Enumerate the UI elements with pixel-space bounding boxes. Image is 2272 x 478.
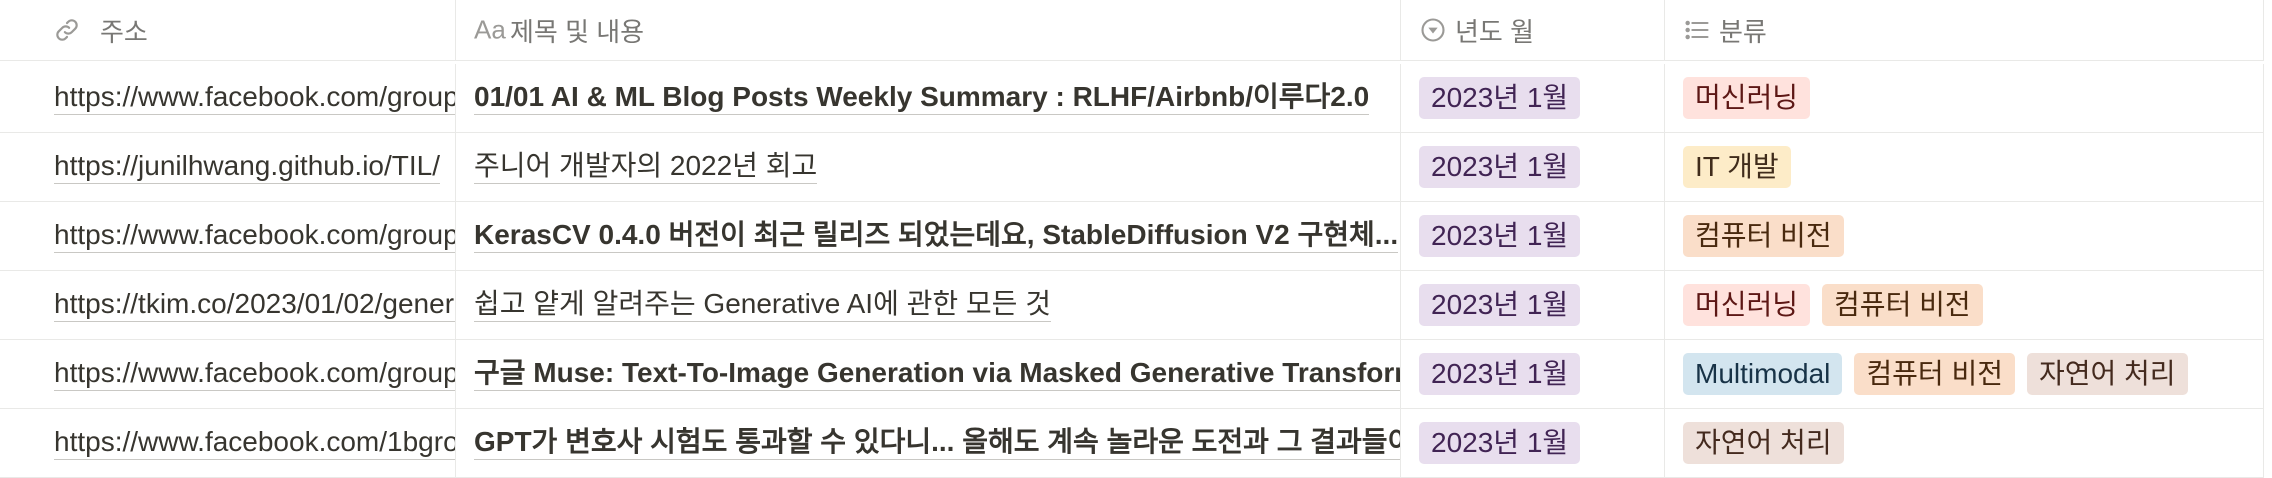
address-link[interactable]: https://tkim.co/2023/01/02/generative: [54, 288, 455, 322]
category-tag: 머신러닝: [1683, 284, 1811, 326]
title-cell[interactable]: 구글 Muse: Text-To-Image Generation via Ma…: [456, 340, 1401, 408]
category-cell[interactable]: IT 개발: [1665, 133, 2264, 201]
title-cell[interactable]: 쉽고 얕게 알려주는 Generative AI에 관한 모든 것: [456, 271, 1401, 339]
database-table: 주소 Aa 제목 및 내용 년도 월 분류 https://www.facebo…: [0, 0, 2272, 478]
title-link[interactable]: KerasCV 0.4.0 버전이 최근 릴리즈 되었는데요, StableDi…: [474, 219, 1399, 253]
category-cell[interactable]: 머신러닝 컴퓨터 비전: [1665, 271, 2264, 339]
category-tag: 컴퓨터 비전: [1822, 284, 1983, 326]
month-tag: 2023년 1월: [1419, 353, 1581, 395]
month-cell[interactable]: 2023년 1월: [1401, 409, 1665, 477]
month-cell[interactable]: 2023년 1월: [1401, 202, 1665, 270]
title-link[interactable]: 01/01 AI & ML Blog Posts Weekly Summary …: [474, 81, 1370, 115]
address-cell[interactable]: https://www.facebook.com/groups/: [0, 340, 456, 408]
table-row[interactable]: https://junilhwang.github.io/TIL/주니어 개발자…: [0, 133, 2264, 202]
title-cell[interactable]: KerasCV 0.4.0 버전이 최근 릴리즈 되었는데요, StableDi…: [456, 202, 1401, 270]
select-icon: [1419, 16, 1447, 44]
address-cell[interactable]: https://www.facebook.com/1bgroup: [0, 409, 456, 477]
category-cell[interactable]: 자연어 처리: [1665, 409, 2264, 477]
month-cell[interactable]: 2023년 1월: [1401, 64, 1665, 132]
category-tag: 컴퓨터 비전: [1854, 353, 2015, 395]
month-cell[interactable]: 2023년 1월: [1401, 271, 1665, 339]
column-header-label: 주소: [100, 16, 148, 47]
month-tag: 2023년 1월: [1419, 77, 1581, 119]
address-link[interactable]: https://www.facebook.com/groups/: [54, 357, 455, 391]
month-tag: 2023년 1월: [1419, 215, 1581, 257]
title-link[interactable]: 구글 Muse: Text-To-Image Generation via Ma…: [474, 357, 1400, 391]
title-link[interactable]: 쉽고 얕게 알려주는 Generative AI에 관한 모든 것: [474, 288, 1051, 322]
title-cell[interactable]: 01/01 AI & ML Blog Posts Weekly Summary …: [456, 64, 1401, 132]
title-link[interactable]: GPT가 변호사 시험도 통과할 수 있다니... 올해도 계속 놀라운 도전과…: [474, 426, 1400, 460]
column-header-address[interactable]: 주소: [0, 0, 456, 60]
column-header-category[interactable]: 분류: [1665, 0, 2264, 60]
category-cell[interactable]: 머신러닝: [1665, 64, 2264, 132]
category-tag: IT 개발: [1683, 146, 1791, 188]
category-cell[interactable]: Multimodal 컴퓨터 비전 자연어 처리: [1665, 340, 2264, 408]
category-tag: 자연어 처리: [2026, 353, 2188, 395]
address-cell[interactable]: https://junilhwang.github.io/TIL/: [0, 133, 456, 201]
table-header: 주소 Aa 제목 및 내용 년도 월 분류: [0, 0, 2264, 61]
table-row[interactable]: https://www.facebook.com/1bgroup GPT가 변호사…: [0, 409, 2264, 478]
multi-select-icon: [1683, 16, 1711, 44]
title-cell[interactable]: GPT가 변호사 시험도 통과할 수 있다니... 올해도 계속 놀라운 도전과…: [456, 409, 1401, 477]
month-tag: 2023년 1월: [1419, 422, 1581, 464]
text-type-icon: Aa: [474, 14, 506, 45]
address-link[interactable]: https://www.facebook.com/groups/: [54, 81, 455, 115]
address-cell[interactable]: https://www.facebook.com/groups/: [0, 202, 456, 270]
category-cell[interactable]: 컴퓨터 비전: [1665, 202, 2264, 270]
table-body: https://www.facebook.com/groups/01/01 AI…: [0, 64, 2264, 478]
address-link[interactable]: https://www.facebook.com/1bgroup: [54, 426, 455, 460]
column-header-label: 년도 월: [1455, 16, 1534, 47]
column-header-title[interactable]: Aa 제목 및 내용: [456, 0, 1401, 60]
address-cell[interactable]: https://www.facebook.com/groups/: [0, 64, 456, 132]
column-header-month[interactable]: 년도 월: [1401, 0, 1665, 60]
address-cell[interactable]: https://tkim.co/2023/01/02/generative: [0, 271, 456, 339]
table-row[interactable]: https://tkim.co/2023/01/02/generative 쉽고 …: [0, 271, 2264, 340]
category-tag: 머신러닝: [1683, 77, 1811, 119]
address-link[interactable]: https://www.facebook.com/groups/: [54, 219, 455, 253]
title-link[interactable]: 주니어 개발자의 2022년 회고: [474, 150, 818, 184]
category-tag: 컴퓨터 비전: [1683, 215, 1844, 257]
address-link[interactable]: https://junilhwang.github.io/TIL/: [54, 150, 441, 184]
category-tag: 자연어 처리: [1683, 422, 1844, 464]
month-cell[interactable]: 2023년 1월: [1401, 340, 1665, 408]
column-header-label: 제목 및 내용: [510, 16, 645, 47]
category-tag: Multimodal: [1683, 353, 1843, 395]
table-row[interactable]: https://www.facebook.com/groups/구글 Muse:…: [0, 340, 2264, 409]
link-icon: [54, 17, 80, 43]
column-header-label: 분류: [1719, 16, 1767, 47]
table-row[interactable]: https://www.facebook.com/groups/KerasCV …: [0, 202, 2264, 271]
month-cell[interactable]: 2023년 1월: [1401, 133, 1665, 201]
month-tag: 2023년 1월: [1419, 146, 1581, 188]
table-row[interactable]: https://www.facebook.com/groups/01/01 AI…: [0, 64, 2264, 133]
title-cell[interactable]: 주니어 개발자의 2022년 회고: [456, 133, 1401, 201]
month-tag: 2023년 1월: [1419, 284, 1581, 326]
